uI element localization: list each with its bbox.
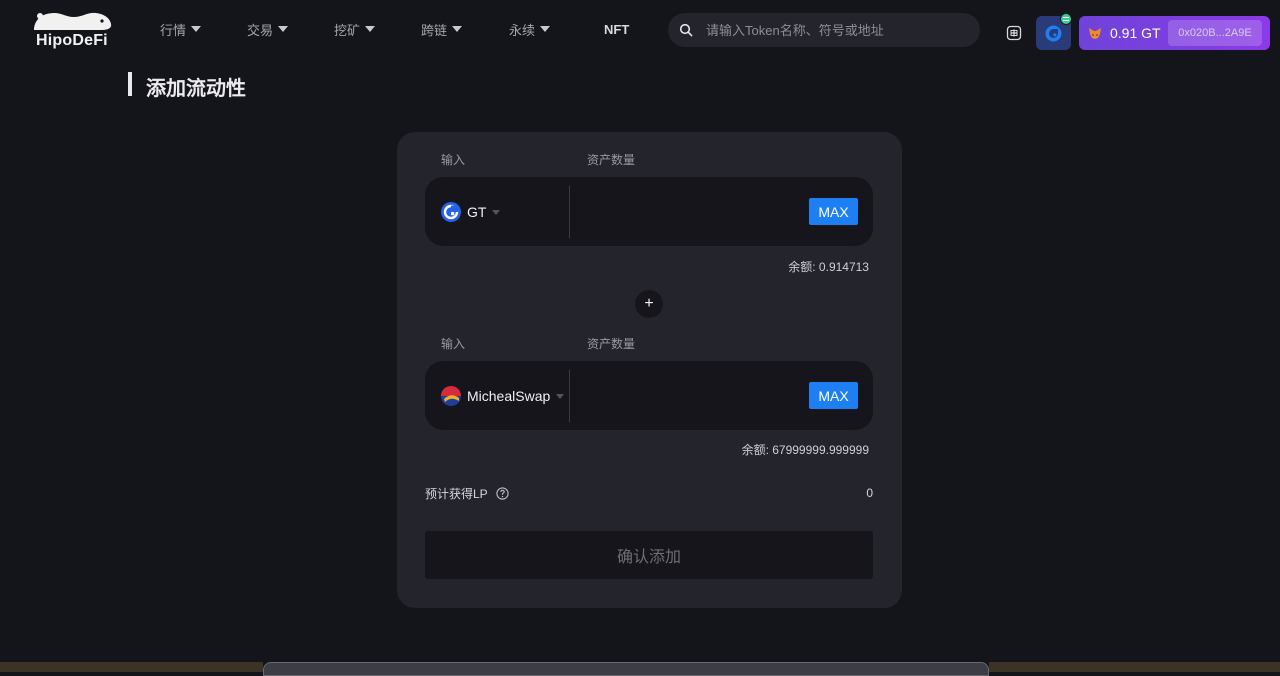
token-a-max-button[interactable]: MAX <box>809 198 858 225</box>
nav-market-label: 行情 <box>160 22 187 38</box>
input-a-row: GT MAX <box>425 177 873 246</box>
nav-perpetual-label: 永续 <box>509 22 536 38</box>
estimated-lp-value: 0 <box>866 486 873 500</box>
metamask-fox-icon <box>1089 28 1101 39</box>
input-a-amount-label: 资产数量 <box>587 153 636 167</box>
nav-perpetual[interactable]: 永续 <box>509 20 551 38</box>
desktop-wallpaper <box>989 662 1280 672</box>
confirm-add-button[interactable]: 确认添加 <box>425 531 873 579</box>
estimated-lp-text: 预计获得LP <box>425 487 488 501</box>
nav-cross-chain-label: 跨链 <box>421 22 448 38</box>
hipodefi-logo[interactable]: HipoDeFi <box>32 8 114 50</box>
nav-mining-label: 挖矿 <box>334 22 361 38</box>
caret-down-icon <box>540 26 551 32</box>
input-b-row: MichealSwap MAX <box>425 361 873 430</box>
token-b-selector[interactable]: MichealSwap <box>441 385 565 407</box>
token-b-name: MichealSwap <box>467 388 551 404</box>
nav-trade-label: 交易 <box>247 22 274 38</box>
nav-market[interactable]: 行情 <box>160 20 202 38</box>
search-input[interactable] <box>706 13 966 47</box>
network-switch-button[interactable] <box>1036 13 1072 50</box>
nav-cross-chain[interactable]: 跨链 <box>421 20 463 38</box>
help-icon[interactable] <box>496 487 509 500</box>
token-b-balance: 余额: 67999999.999999 <box>741 443 869 457</box>
nav-nft[interactable]: NFT <box>604 20 629 38</box>
gt-token-icon <box>441 202 461 222</box>
logo-text: HipoDeFi <box>36 32 108 49</box>
caret-down-icon <box>278 26 289 32</box>
page-title: 添加流动性 <box>146 78 246 100</box>
language-icon[interactable] <box>1006 25 1022 41</box>
caret-down-icon <box>191 26 202 32</box>
nav-mining[interactable]: 挖矿 <box>334 20 376 38</box>
token-a-name: GT <box>467 204 487 220</box>
add-liquidity-card: 输入 资产数量 GT MAX 余额: 0.914713 + 输入 资产数量 Mi… <box>397 132 902 608</box>
macos-dock[interactable] <box>263 662 989 676</box>
michealswap-token-icon <box>441 386 461 406</box>
search-icon <box>679 23 693 37</box>
title-accent-bar <box>128 72 132 96</box>
wallet-address[interactable]: 0x020B...2A9E <box>1168 20 1262 46</box>
input-a-label: 输入 <box>441 153 466 167</box>
wallet-balance: 0.91 GT <box>1110 25 1161 41</box>
nav-nft-label: NFT <box>604 21 630 37</box>
divider <box>569 370 570 422</box>
token-a-selector[interactable]: GT <box>441 201 501 223</box>
menu-badge-icon <box>1060 13 1072 25</box>
token-a-amount-input[interactable] <box>581 197 801 225</box>
token-b-amount-input[interactable] <box>581 381 801 409</box>
caret-down-icon <box>556 393 565 399</box>
wallet-button[interactable]: 0.91 GT 0x020B...2A9E <box>1079 16 1270 50</box>
caret-down-icon <box>452 26 463 32</box>
nav-trade[interactable]: 交易 <box>247 20 289 38</box>
hippo-logo-icon <box>34 12 112 31</box>
plus-icon: + <box>635 290 663 318</box>
divider <box>569 186 570 238</box>
token-b-max-button[interactable]: MAX <box>809 382 858 409</box>
caret-down-icon <box>492 209 501 215</box>
token-a-balance: 余额: 0.914713 <box>788 260 869 274</box>
input-b-amount-label: 资产数量 <box>587 337 636 351</box>
top-navbar: HipoDeFi 行情 交易 挖矿 跨链 永续 NFT 请输入Token名称、符… <box>0 0 1280 60</box>
search-bar <box>668 13 980 47</box>
estimated-lp-label: 预计获得LP <box>425 485 509 502</box>
caret-down-icon <box>365 26 376 32</box>
input-b-label: 输入 <box>441 337 466 351</box>
desktop-wallpaper <box>0 662 263 672</box>
gatechain-icon <box>1045 25 1062 42</box>
